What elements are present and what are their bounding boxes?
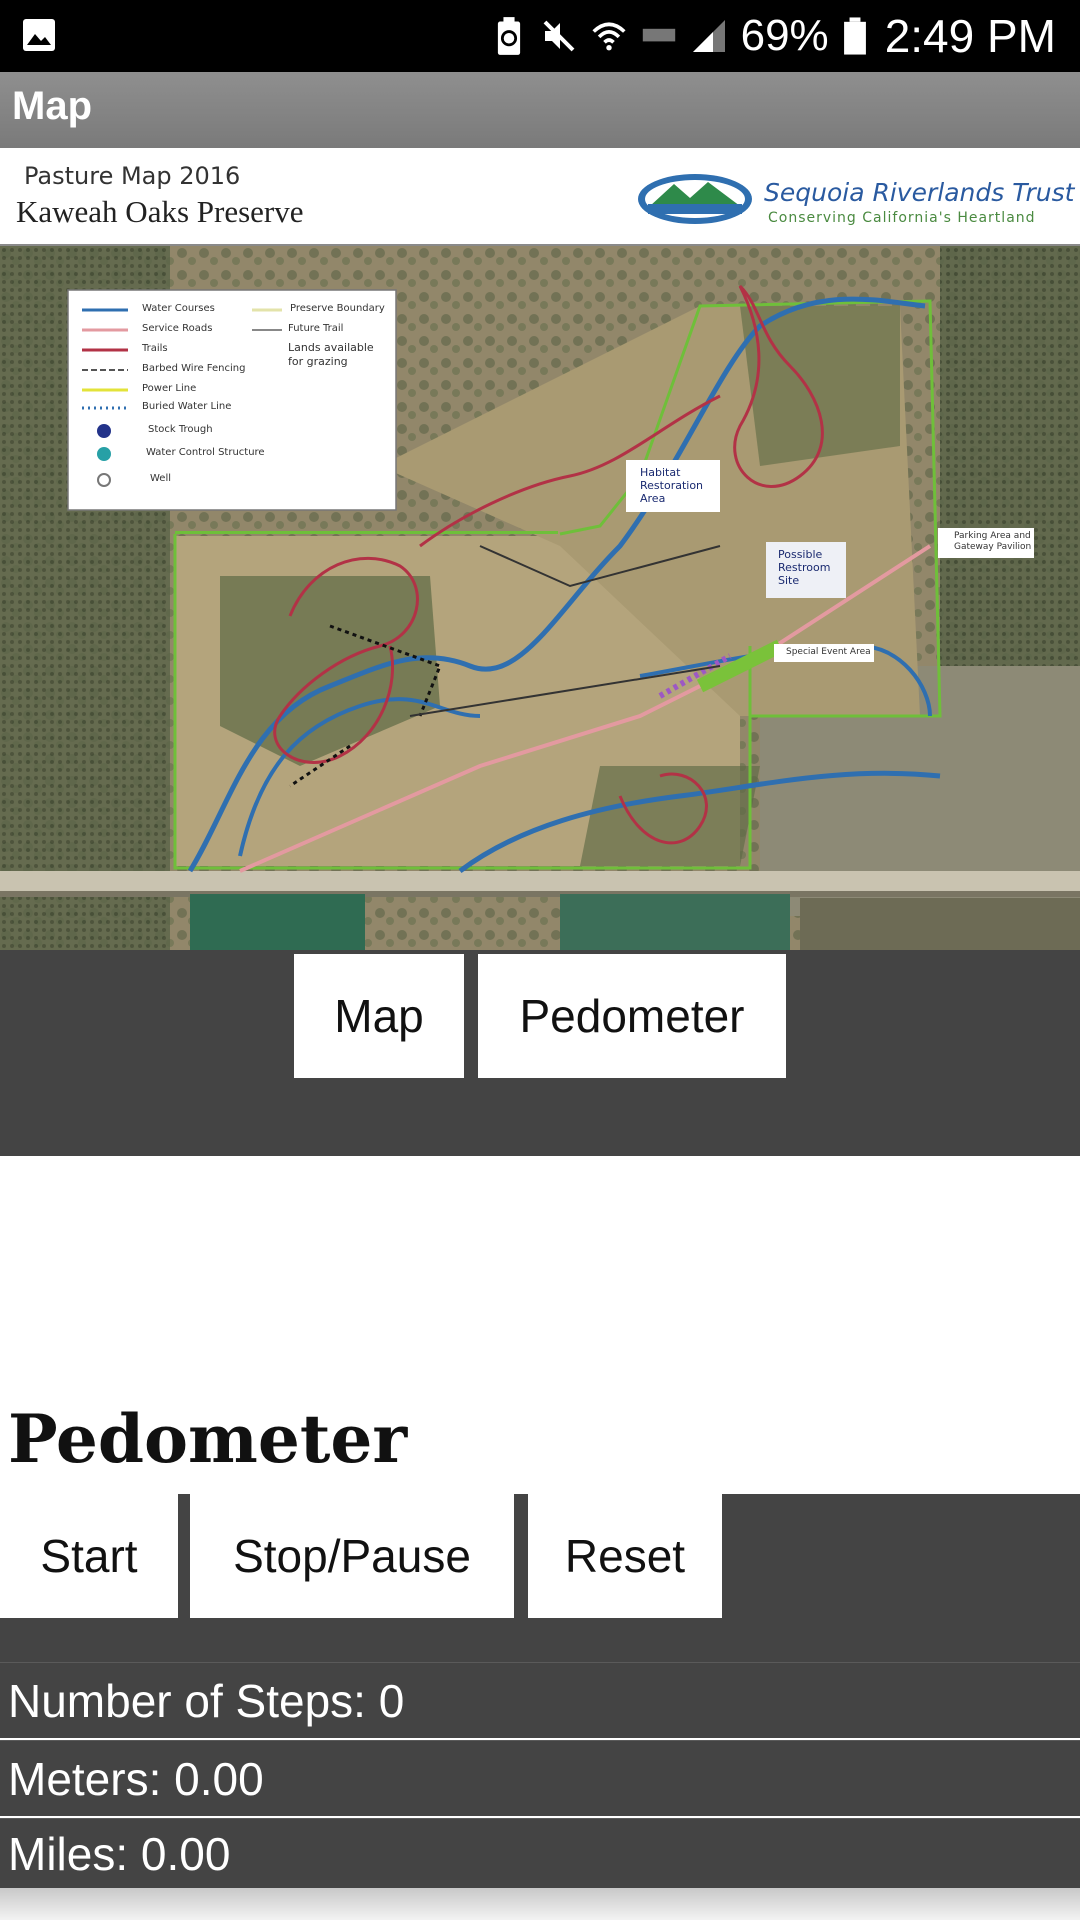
action-bar: Map xyxy=(0,72,1080,148)
legend-grazing: for grazing xyxy=(288,355,348,368)
map-header: Pasture Map 2016 Kaweah Oaks Preserve Se… xyxy=(0,148,1080,246)
start-button[interactable]: Start xyxy=(0,1494,178,1618)
legend-stock-trough: Stock Trough xyxy=(148,424,213,435)
pedometer-button[interactable]: Pedometer xyxy=(478,954,786,1078)
wifi-icon xyxy=(592,22,626,51)
legend-future-trail: Future Trail xyxy=(288,323,344,334)
legend-water-line: Buried Water Line xyxy=(142,401,232,412)
status-right: 69% 2:49 PM xyxy=(491,0,1056,72)
signal-icon xyxy=(692,20,725,52)
gallery-icon xyxy=(23,19,55,51)
org-name: Sequoia Riverlands Trust xyxy=(764,178,1075,207)
steps-readout: Number of Steps: 0 xyxy=(0,1662,1080,1738)
legend-power-line: Power Line xyxy=(142,383,197,394)
reset-button[interactable]: Reset xyxy=(528,1494,722,1618)
battery-percent: 69% xyxy=(740,11,829,60)
bottom-bar xyxy=(0,1888,1080,1920)
legend-trails: Trails xyxy=(142,343,168,354)
meters-readout: Meters: 0.00 xyxy=(0,1740,1080,1816)
map-title: Kaweah Oaks Preserve xyxy=(16,194,304,229)
callout-restroom: Possible Restroom Site xyxy=(778,548,831,587)
clock: 2:49 PM xyxy=(884,10,1056,62)
legend-service-roads: Service Roads xyxy=(142,323,213,334)
mute-icon xyxy=(543,20,575,52)
pedometer-controls: Start Stop/Pause Reset xyxy=(0,1494,1080,1662)
callout-parking: Parking Area and Gateway Pavilion xyxy=(954,531,1032,552)
map-button[interactable]: Map xyxy=(294,954,464,1078)
callout-habitat: Habitat Restoration Area xyxy=(640,466,704,505)
page-title: Map xyxy=(12,84,92,128)
legend-fencing: Barbed Wire Fencing xyxy=(142,363,246,374)
org-tagline: Conserving California's Heartland xyxy=(768,210,1036,226)
legend-lands: Lands available xyxy=(288,341,374,354)
legend-water: Water Courses xyxy=(142,303,215,314)
miles-readout: Miles: 0.00 xyxy=(0,1818,1080,1888)
pedometer-heading: Pedometer xyxy=(8,1400,408,1478)
stop-pause-button[interactable]: Stop/Pause xyxy=(190,1494,514,1618)
org-logo xyxy=(638,174,752,224)
map-subtitle: Pasture Map 2016 xyxy=(24,162,241,190)
callout-special-event: Special Event Area xyxy=(786,647,871,657)
legend-water-control: Water Control Structure xyxy=(146,447,265,458)
legend-boundary: Preserve Boundary xyxy=(290,303,385,314)
battery-icon xyxy=(843,17,866,55)
battery-saver-icon xyxy=(497,17,520,55)
map-image[interactable]: Water Courses Service Roads Trails Barbe… xyxy=(0,246,1080,950)
lte-icon xyxy=(642,28,675,42)
nav-panel: Map Pedometer xyxy=(0,950,1080,1156)
status-bar: 69% 2:49 PM xyxy=(0,0,1080,72)
legend-well: Well xyxy=(150,473,172,484)
